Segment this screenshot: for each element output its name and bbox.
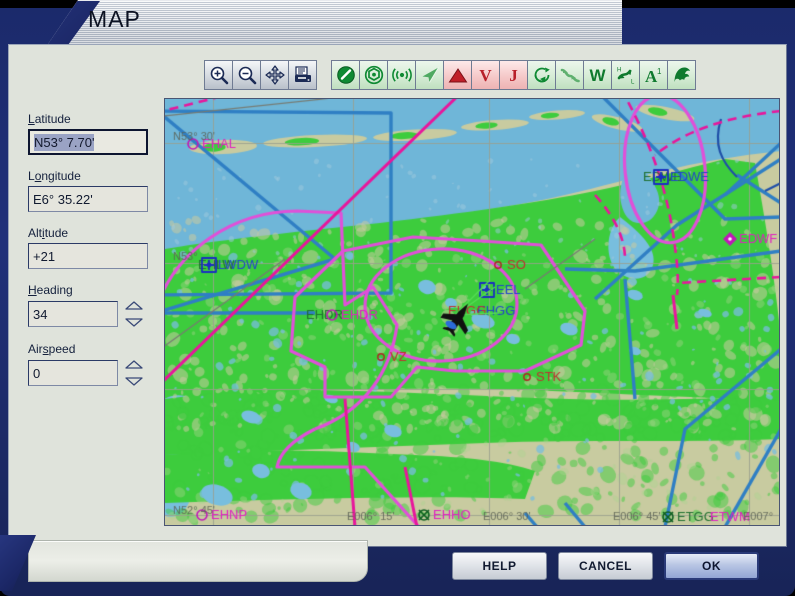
jetway-letter-icon[interactable]: J bbox=[499, 60, 528, 90]
jetway-letter-icon-glyph: J bbox=[509, 65, 518, 85]
page-title: MAP bbox=[88, 6, 141, 32]
frontal-icon[interactable] bbox=[555, 60, 584, 90]
toolbar-layer-group: VJWHLA1 bbox=[331, 60, 696, 90]
svg-text:1: 1 bbox=[657, 67, 662, 76]
altitude-input[interactable]: +21 bbox=[28, 243, 148, 269]
latitude-label: Latitude bbox=[28, 112, 71, 126]
vor-letter-icon-glyph: V bbox=[479, 65, 492, 85]
help-button[interactable]: HELP bbox=[452, 552, 547, 580]
airspeed-row: 0 bbox=[28, 359, 168, 387]
map-view[interactable] bbox=[164, 98, 780, 526]
heading-value: 34 bbox=[33, 306, 48, 322]
status-bar bbox=[28, 540, 368, 582]
toolbar-nav-group bbox=[204, 60, 317, 90]
terrain-icon[interactable] bbox=[667, 60, 696, 90]
weather-icon[interactable] bbox=[527, 60, 556, 90]
wind-letter-icon-glyph: W bbox=[589, 65, 606, 85]
altitude-label: Altitude bbox=[28, 226, 69, 240]
latitude-field-group: Latitude N53° 7.70' bbox=[28, 112, 168, 155]
ok-button[interactable]: OK bbox=[664, 552, 759, 580]
altitude-field-group: Altitude +21 bbox=[28, 226, 168, 269]
airspeed-input[interactable]: 0 bbox=[28, 360, 118, 386]
vor-letter-icon[interactable]: V bbox=[471, 60, 500, 90]
svg-text:H: H bbox=[617, 68, 621, 74]
heading-stepper[interactable] bbox=[124, 300, 144, 328]
altitude-icon[interactable]: A1 bbox=[639, 60, 668, 90]
zoom-out-icon[interactable] bbox=[232, 60, 261, 90]
latitude-row: N53° 7.70' bbox=[28, 129, 168, 155]
heading-row: 34 bbox=[28, 300, 168, 328]
pan-icon[interactable] bbox=[260, 60, 289, 90]
airspeed-label: Airspeed bbox=[28, 342, 76, 356]
altitude-row: +21 bbox=[28, 243, 168, 269]
map-dialog-window: MAP VJWHLA1 Latitude N53° 7.70' Longitude E… bbox=[0, 0, 795, 596]
altitude-value: +21 bbox=[33, 248, 56, 264]
airspeed-stepper[interactable] bbox=[124, 359, 144, 387]
longitude-input[interactable]: E6° 35.22' bbox=[28, 186, 148, 212]
dialog-button-bar: HELP CANCEL OK bbox=[452, 552, 759, 580]
cancel-button[interactable]: CANCEL bbox=[558, 552, 653, 580]
wind-letter-icon[interactable]: W bbox=[583, 60, 612, 90]
latitude-input[interactable]: N53° 7.70' bbox=[28, 129, 148, 155]
intersection-icon[interactable] bbox=[443, 60, 472, 90]
map-canvas[interactable] bbox=[165, 99, 779, 525]
pressure-icon[interactable]: HL bbox=[611, 60, 640, 90]
longitude-label: Longitude bbox=[28, 169, 81, 183]
heading-input[interactable]: 34 bbox=[28, 301, 118, 327]
longitude-row: E6° 35.22' bbox=[28, 186, 168, 212]
airspeed-value: 0 bbox=[33, 365, 41, 381]
longitude-value: E6° 35.22' bbox=[33, 191, 93, 207]
coordinate-form: Latitude N53° 7.70' Longitude E6° 35.22' Alt… bbox=[28, 112, 168, 401]
vor-icon[interactable] bbox=[359, 60, 388, 90]
latitude-value: N53° 7.70' bbox=[34, 133, 95, 151]
ndb-icon[interactable] bbox=[387, 60, 416, 90]
map-toolbar: VJWHLA1 bbox=[204, 60, 696, 90]
airspace-restricted-icon[interactable] bbox=[331, 60, 360, 90]
airway-icon[interactable] bbox=[415, 60, 444, 90]
svg-text:L: L bbox=[631, 80, 635, 86]
print-icon[interactable] bbox=[288, 60, 317, 90]
zoom-in-icon[interactable] bbox=[204, 60, 233, 90]
heading-field-group: Heading 34 bbox=[28, 283, 168, 328]
heading-label: Heading bbox=[28, 283, 73, 297]
longitude-field-group: Longitude E6° 35.22' bbox=[28, 169, 168, 212]
airspeed-field-group: Airspeed 0 bbox=[28, 342, 168, 387]
